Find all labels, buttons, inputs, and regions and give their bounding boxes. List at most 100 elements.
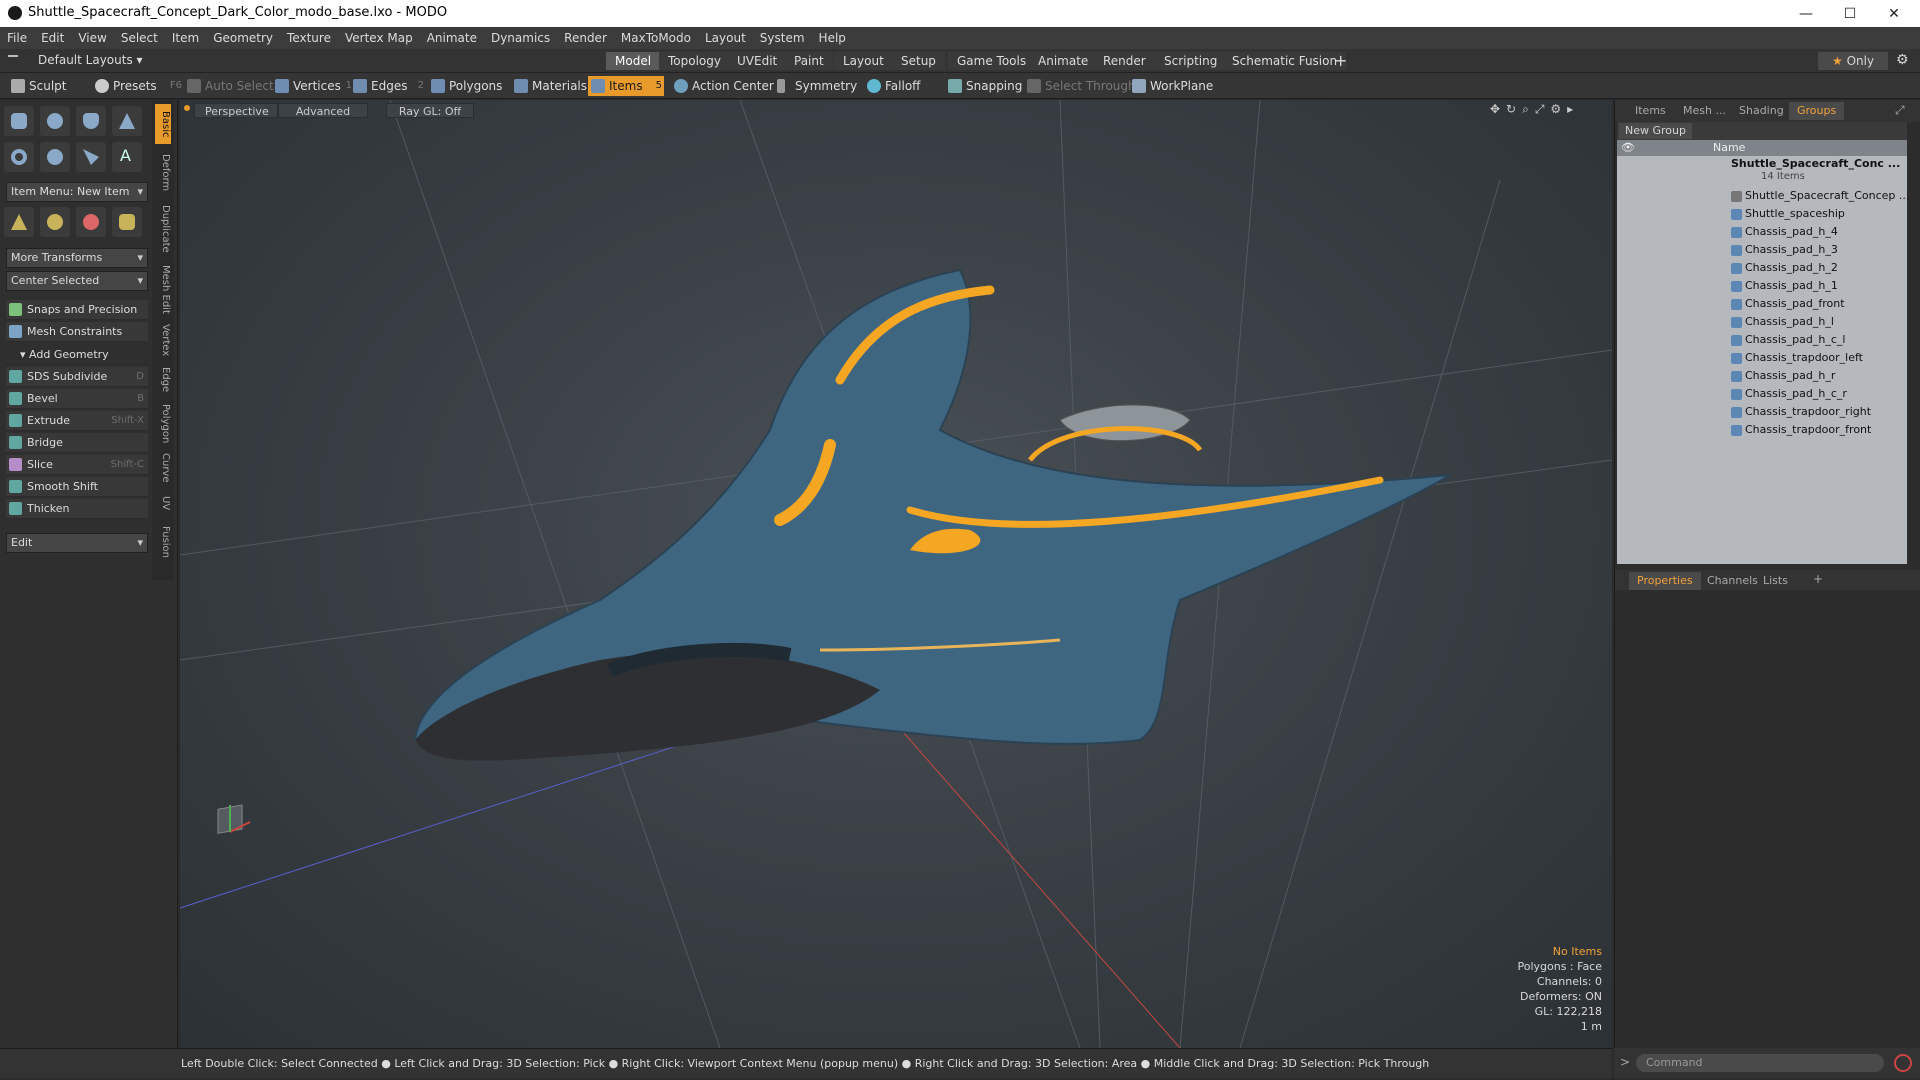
group-item[interactable]: Chassis_pad_front — [1729, 295, 1845, 313]
vtab-edge[interactable]: Edge — [155, 362, 171, 398]
thicken-button[interactable]: Thicken — [6, 499, 148, 519]
tab-layout[interactable]: Layout — [834, 52, 893, 70]
settings-gear-icon[interactable]: ⚙ — [1896, 52, 1909, 68]
item-menu-dropdown[interactable]: Item Menu: New Item — [6, 182, 148, 202]
torus-primitive-button[interactable] — [4, 142, 34, 172]
expand-panel-icon[interactable]: ⤢ — [1895, 103, 1905, 118]
viewport-nav-icons[interactable]: ✥↻⌕⤢⚙▸ — [1490, 102, 1579, 117]
vtab-mesh-edit[interactable]: Mesh Edit — [155, 260, 171, 318]
smooth-shift-button[interactable]: Smooth Shift — [6, 477, 148, 497]
vtab-fusion[interactable]: Fusion — [155, 520, 171, 564]
menu-render[interactable]: Render — [557, 31, 614, 45]
snapping-button[interactable]: Snapping — [945, 76, 1022, 96]
vtab-vertex[interactable]: Vertex — [155, 320, 171, 360]
vtab-duplicate[interactable]: Duplicate — [155, 200, 171, 258]
menu-system[interactable]: System — [753, 31, 812, 45]
only-toggle[interactable]: ★ Only — [1818, 52, 1888, 70]
items-mode-button[interactable]: Items 5 — [588, 76, 664, 96]
3d-viewport[interactable]: Perspective Advanced Ray GL: Off ✥↻⌕⤢⚙▸ … — [180, 100, 1612, 1048]
view-type-button[interactable]: Perspective — [194, 103, 278, 118]
edges-mode-button[interactable]: Edges 2 — [350, 76, 426, 96]
sds-subdivide-button[interactable]: SDS Subdivide D — [6, 367, 148, 387]
maximize-button[interactable]: ☐ — [1828, 0, 1872, 27]
tab-groups[interactable]: Groups — [1789, 102, 1845, 120]
cone-primitive-button[interactable] — [112, 106, 142, 136]
tab-game-tools[interactable]: Game Tools — [948, 52, 1036, 70]
menu-texture[interactable]: Texture — [280, 31, 338, 45]
command-input[interactable]: Command — [1636, 1054, 1884, 1072]
menu-view[interactable]: View — [71, 31, 113, 45]
select-through-button[interactable]: Select Through — [1024, 76, 1136, 96]
group-item[interactable]: Chassis_pad_h_3 — [1729, 241, 1838, 259]
scale-tool-button[interactable] — [76, 207, 106, 237]
viewport-menu-icon[interactable] — [184, 105, 190, 111]
rotate-tool-button[interactable] — [40, 207, 70, 237]
group-item[interactable]: Shuttle_Spacecraft_Concep ... — [1729, 187, 1909, 205]
snaps-precision-button[interactable]: Snaps and Precision — [6, 300, 148, 320]
symmetry-button[interactable]: Symmetry — [774, 76, 857, 96]
group-item[interactable]: Chassis_pad_h_r — [1729, 367, 1835, 385]
tab-scripting[interactable]: Scripting — [1155, 52, 1227, 70]
menu-maxtomodo[interactable]: MaxToModo — [614, 31, 698, 45]
transform-tool-button[interactable] — [112, 207, 142, 237]
vtab-uv[interactable]: UV — [155, 488, 171, 518]
group-item[interactable]: Chassis_trapdoor_front — [1729, 421, 1871, 439]
vtab-basic[interactable]: Basic — [155, 104, 171, 144]
group-item[interactable]: Chassis_pad_h_c_l — [1729, 331, 1845, 349]
bevel-button[interactable]: Bevel B — [6, 389, 148, 409]
tab-items[interactable]: Items — [1627, 102, 1674, 120]
tab-topology[interactable]: Topology — [659, 52, 730, 70]
menu-animate[interactable]: Animate — [420, 31, 484, 45]
menu-vertex-map[interactable]: Vertex Map — [338, 31, 420, 45]
cylinder-primitive-button[interactable] — [76, 106, 106, 136]
group-item[interactable]: Shuttle_spaceship — [1729, 205, 1845, 223]
extrude-button[interactable]: Extrude Shift-X — [6, 411, 148, 431]
close-button[interactable]: ✕ — [1872, 0, 1916, 27]
tab-uvedit[interactable]: UVEdit — [728, 52, 787, 70]
layout-preset-dropdown[interactable]: Default Layouts ▾ — [38, 53, 143, 67]
sculpt-button[interactable]: Sculpt — [8, 76, 66, 96]
shading-advanced-button[interactable]: Advanced — [278, 103, 368, 118]
tab-mesh[interactable]: Mesh ... — [1675, 102, 1734, 120]
cube-primitive-button[interactable] — [4, 106, 34, 136]
tab-render[interactable]: Render — [1094, 52, 1155, 70]
menu-item[interactable]: Item — [165, 31, 206, 45]
polygons-mode-button[interactable]: Polygons — [428, 76, 502, 96]
presets-button[interactable]: Presets F6 — [92, 76, 184, 96]
more-transforms-dropdown[interactable]: More Transforms — [6, 248, 148, 268]
group-item[interactable]: Chassis_pad_h_4 — [1729, 223, 1838, 241]
add-panel-tab-icon[interactable]: + — [1813, 572, 1823, 586]
workplane-button[interactable]: WorkPlane — [1129, 76, 1213, 96]
menu-file[interactable]: File — [0, 31, 34, 45]
vtab-curve[interactable]: Curve — [155, 450, 171, 486]
group-item[interactable]: Chassis_pad_h_l — [1729, 313, 1834, 331]
tab-properties[interactable]: Properties — [1629, 572, 1701, 590]
tab-paint[interactable]: Paint — [785, 52, 833, 70]
bridge-button[interactable]: Bridge — [6, 433, 148, 453]
text-tool-button[interactable]: A — [112, 142, 142, 172]
vtab-polygon[interactable]: Polygon — [155, 400, 171, 448]
falloff-button[interactable]: Falloff — [864, 76, 920, 96]
menu-dynamics[interactable]: Dynamics — [484, 31, 557, 45]
tab-setup[interactable]: Setup — [892, 52, 945, 70]
menu-help[interactable]: Help — [812, 31, 853, 45]
menu-geometry[interactable]: Geometry — [206, 31, 280, 45]
tab-model[interactable]: Model — [606, 52, 661, 70]
slice-button[interactable]: Slice Shift-C — [6, 455, 148, 475]
spaceship-model[interactable] — [413, 268, 1451, 761]
new-group-button[interactable]: New Group — [1619, 123, 1692, 139]
raygl-button[interactable]: Ray GL: Off — [386, 103, 474, 118]
materials-mode-button[interactable]: Materials — [511, 76, 587, 96]
group-item[interactable]: Chassis_pad_h_c_r — [1729, 385, 1847, 403]
center-selected-dropdown[interactable]: Center Selected — [6, 271, 148, 291]
group-item[interactable]: Chassis_pad_h_2 — [1729, 259, 1838, 277]
tab-lists[interactable]: Lists — [1755, 572, 1796, 590]
minimize-button[interactable]: — — [1784, 0, 1828, 27]
capsule-primitive-button[interactable] — [40, 142, 70, 172]
action-center-button[interactable]: Action Center — [671, 76, 774, 96]
auto-select-button[interactable]: Auto Select — [184, 76, 274, 96]
group-item[interactable]: Chassis_trapdoor_right — [1729, 403, 1871, 421]
tab-shading[interactable]: Shading — [1731, 102, 1792, 120]
layout-menu-icon[interactable] — [8, 55, 18, 65]
vertices-mode-button[interactable]: Vertices 1 — [272, 76, 354, 96]
